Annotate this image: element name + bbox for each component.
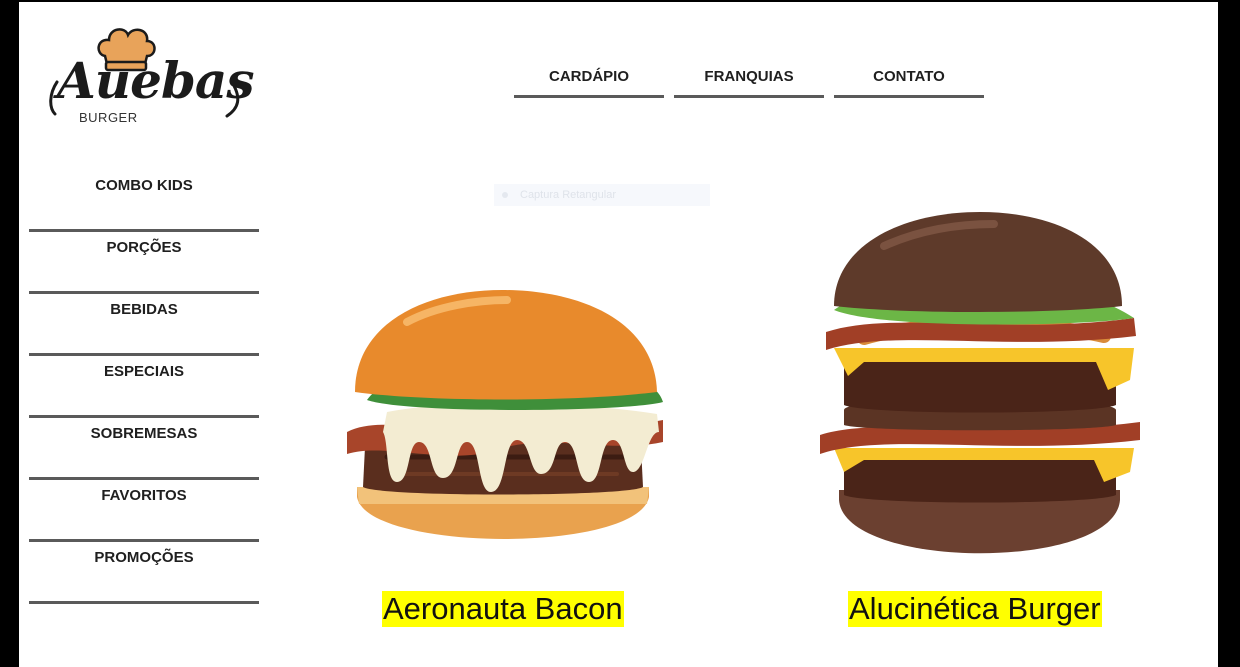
sidebar-item-especiais[interactable]: ESPECIAIS [29,356,259,418]
nav-item-contato[interactable]: CONTATO [834,60,984,98]
capture-overlay-label: Captura Retangular [520,189,617,201]
sidebar-item-porcoes[interactable]: PORÇÕES [29,232,259,294]
sidebar-item-bebidas[interactable]: BEBIDAS [29,294,259,356]
sidebar-item-promocoes[interactable]: PROMOÇÕES [29,542,259,604]
capture-overlay: Captura Retangular [494,184,710,206]
product-name-aeronauta-bacon[interactable]: Aeronauta Bacon [382,591,624,627]
nav-item-cardapio[interactable]: CARDÁPIO [514,60,664,98]
nav-item-franquias[interactable]: FRANQUIAS [674,60,824,98]
burger-bacon-icon[interactable] [327,282,677,562]
burger-double-icon[interactable] [804,210,1154,570]
top-nav: CARDÁPIO FRANQUIAS CONTATO [514,60,984,98]
product-name-alucinetica-burger[interactable]: Alucinética Burger [848,591,1102,627]
logo-subtitle: BURGER [79,110,138,125]
sidebar-item-favoritos[interactable]: FAVORITOS [29,480,259,542]
logo-wordmark: Auebas [57,51,254,110]
brand-logo[interactable]: Auebas BURGER [49,26,254,130]
sidebar-item-sobremesas[interactable]: SOBREMESAS [29,418,259,480]
page-body: Auebas BURGER CARDÁPIO FRANQUIAS CONTATO… [19,2,1218,667]
sidebar-item-combo-kids[interactable]: COMBO KIDS [29,170,259,232]
record-dot-icon [502,192,508,198]
sidebar-menu: COMBO KIDS PORÇÕES BEBIDAS ESPECIAIS SOB… [29,170,259,604]
